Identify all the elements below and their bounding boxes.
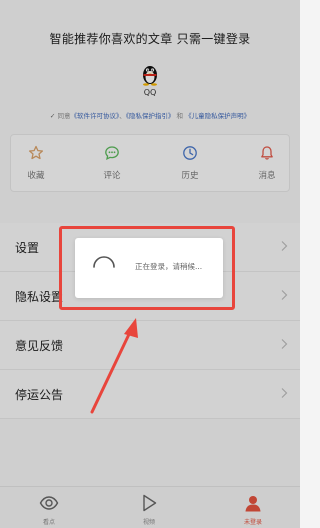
- loading-message: 正在登录，请稍候...: [135, 262, 203, 271]
- loading-spinner-icon: [93, 256, 115, 268]
- loading-dialog: 正在登录，请稍候...: [75, 238, 223, 298]
